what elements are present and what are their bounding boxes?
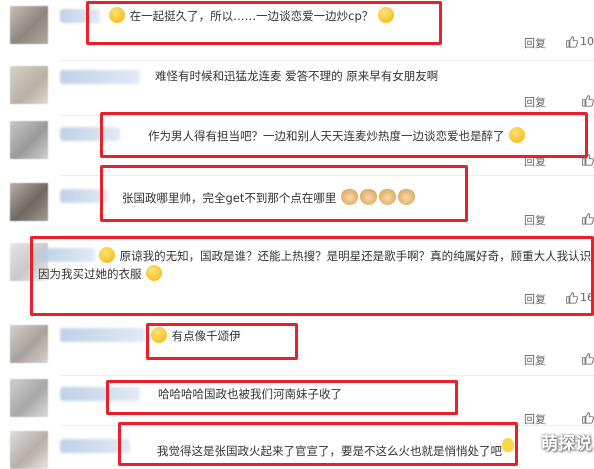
- avatar[interactable]: [10, 379, 48, 417]
- reply-button[interactable]: 回复: [524, 352, 546, 368]
- like-button[interactable]: [581, 352, 594, 365]
- like-count: 10: [580, 35, 594, 48]
- comment-row: 难怪有时候和迅猛龙连麦 爱答不理的 原来早有女朋友啊 回复: [0, 60, 594, 115]
- reply-button[interactable]: 回复: [524, 35, 546, 51]
- thumbs-up-icon: [566, 36, 578, 48]
- like-button[interactable]: 10: [565, 35, 594, 48]
- thumbs-up-icon: [582, 213, 594, 225]
- lightbulb-emoji-icon: [502, 438, 514, 452]
- thumbs-up-icon: [582, 353, 594, 365]
- avatar[interactable]: [10, 431, 48, 469]
- comment-text: 难怪有时候和迅猛龙连麦 爱答不理的 原来早有女朋友啊: [155, 69, 439, 83]
- like-button[interactable]: [581, 411, 594, 424]
- thumbs-up-icon: [582, 412, 594, 424]
- avatar[interactable]: [10, 183, 48, 221]
- highlight-box: [146, 323, 298, 360]
- highlight-box: [100, 165, 468, 222]
- highlight-box: [100, 112, 588, 158]
- like-button[interactable]: [581, 212, 594, 225]
- username[interactable]: [60, 70, 140, 84]
- highlight-box: [106, 380, 458, 415]
- avatar[interactable]: [10, 66, 48, 104]
- thumbs-up-icon: [582, 95, 594, 107]
- avatar[interactable]: [10, 121, 48, 159]
- avatar[interactable]: [10, 6, 48, 44]
- highlight-box: [118, 422, 518, 466]
- highlight-box: [30, 236, 594, 316]
- like-button[interactable]: [581, 94, 594, 107]
- watermark: 萌探说: [541, 434, 592, 454]
- highlight-box: [86, 1, 442, 45]
- avatar[interactable]: [10, 325, 48, 363]
- reply-button[interactable]: 回复: [524, 94, 546, 110]
- reply-button[interactable]: 回复: [524, 212, 546, 228]
- username[interactable]: [60, 328, 145, 342]
